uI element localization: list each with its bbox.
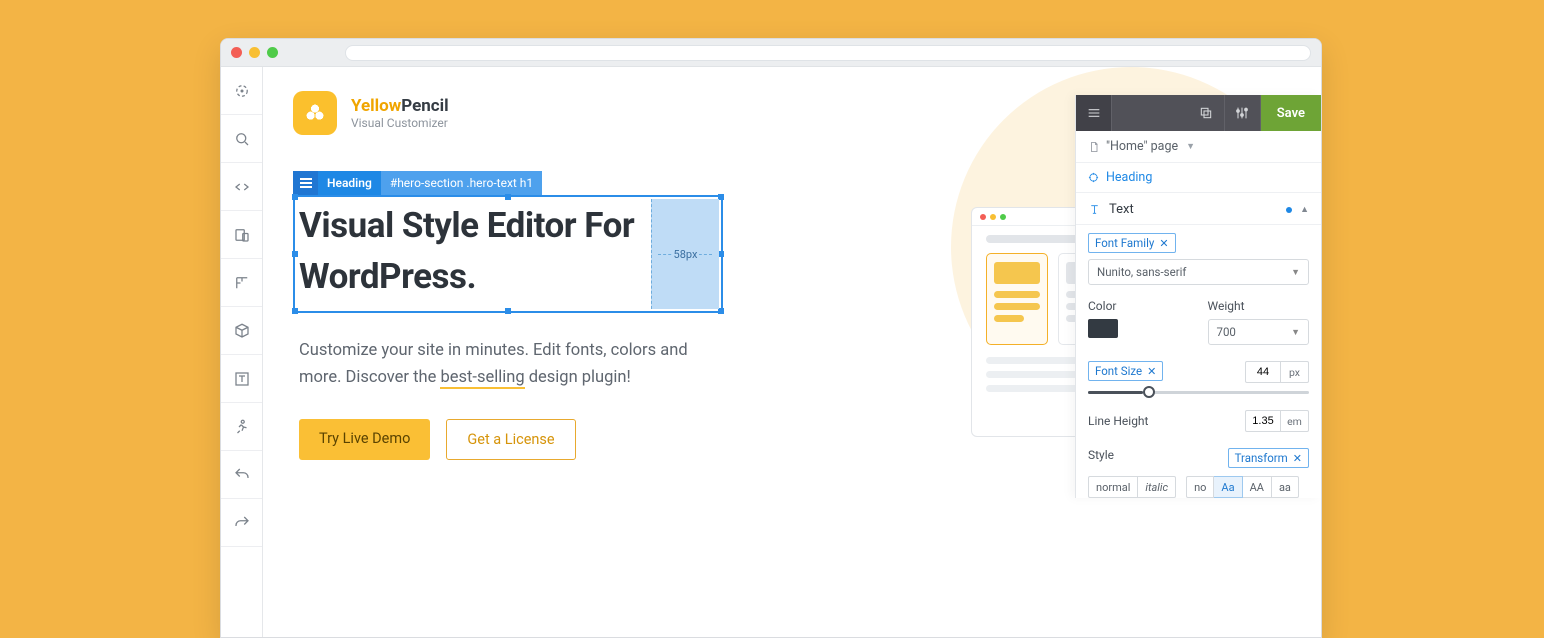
left-toolbar — [221, 67, 263, 637]
font-style-segment[interactable]: normal italic — [1088, 476, 1176, 498]
section-text[interactable]: Text ▲ — [1076, 193, 1321, 225]
brand-logo — [293, 91, 337, 135]
panel-settings-button[interactable] — [1225, 95, 1261, 131]
menu-icon — [1086, 105, 1102, 121]
window-titlebar — [221, 39, 1321, 67]
devices-icon — [233, 226, 251, 244]
line-height-input[interactable]: em — [1245, 410, 1309, 432]
text-transform-segment[interactable]: no Aa AA aa — [1186, 476, 1299, 498]
redo-tool[interactable] — [221, 499, 262, 547]
redo-icon — [233, 514, 251, 532]
panel-topbar: Save — [1076, 95, 1321, 131]
tf-lower[interactable]: aa — [1272, 476, 1299, 498]
collapse-icon[interactable]: ▲ — [1300, 204, 1309, 215]
target-small-icon — [1088, 172, 1099, 183]
run-icon — [233, 418, 251, 436]
responsive-tool[interactable] — [221, 211, 262, 259]
sliders-icon — [1234, 105, 1250, 121]
get-license-button[interactable]: Get a License — [446, 419, 575, 460]
browser-window: YellowPencil Visual Customizer Docs Blog… — [220, 38, 1322, 638]
panel-layers-button[interactable] — [1189, 95, 1225, 131]
color-swatch[interactable] — [1088, 319, 1118, 338]
close-dot[interactable] — [231, 47, 242, 58]
font-family-chip[interactable]: Font Family✕ — [1088, 233, 1176, 253]
zoom-dot[interactable] — [267, 47, 278, 58]
chip-close-icon[interactable]: ✕ — [1293, 452, 1302, 465]
style-italic-option[interactable]: italic — [1138, 476, 1176, 498]
changed-indicator — [1286, 207, 1292, 213]
font-size-chip[interactable]: Font Size✕ — [1088, 361, 1163, 381]
ruler-tool[interactable] — [221, 259, 262, 307]
brand-name: YellowPencil — [351, 96, 449, 116]
chip-close-icon[interactable]: ✕ — [1147, 365, 1156, 378]
save-button[interactable]: Save — [1261, 95, 1321, 131]
breadcrumb-element[interactable]: Heading — [1076, 163, 1321, 193]
target-icon — [233, 82, 251, 100]
preview-card-selected[interactable] — [986, 253, 1048, 345]
tf-upper[interactable]: AA — [1243, 476, 1272, 498]
typography-tool[interactable] — [221, 355, 262, 403]
code-icon — [233, 178, 251, 196]
selection-label[interactable]: Heading #hero-section .hero-text h1 — [293, 171, 542, 195]
ruler-icon — [233, 274, 251, 292]
search-tool[interactable] — [221, 115, 262, 163]
chevron-down-icon: ▼ — [1291, 267, 1300, 278]
layers-icon — [1198, 105, 1214, 121]
url-bar[interactable] — [345, 45, 1311, 61]
text-icon — [1088, 203, 1101, 216]
style-normal-option[interactable]: normal — [1088, 476, 1138, 498]
font-size-slider[interactable] — [1088, 391, 1309, 394]
code-tool[interactable] — [221, 163, 262, 211]
line-height-label: Line Height — [1088, 414, 1148, 428]
selection-path: #hero-section .hero-text h1 — [381, 171, 542, 195]
hero-description: Customize your site in minutes. Edit fon… — [299, 337, 719, 391]
try-demo-button[interactable]: Try Live Demo — [299, 419, 430, 460]
transform-chip[interactable]: Transform✕ — [1228, 448, 1309, 468]
selection-tag: Heading — [318, 171, 381, 195]
chevron-down-icon: ▼ — [1186, 141, 1195, 152]
chip-close-icon[interactable]: ✕ — [1159, 237, 1168, 250]
weight-select[interactable]: 700▼ — [1208, 319, 1310, 345]
selection-menu-icon[interactable] — [293, 171, 318, 195]
font-size-input[interactable]: px — [1245, 361, 1309, 383]
typography-icon — [233, 370, 251, 388]
slider-thumb[interactable] — [1143, 386, 1155, 398]
weight-label: Weight — [1208, 299, 1310, 313]
chevron-down-icon: ▼ — [1291, 327, 1300, 338]
padding-indicator: 58px — [651, 199, 719, 309]
hero-heading[interactable]: Visual Style Editor For WordPress. — [299, 201, 659, 303]
style-label: Style — [1088, 448, 1114, 468]
search-icon — [233, 130, 251, 148]
undo-icon — [233, 466, 251, 484]
undo-tool[interactable] — [221, 451, 262, 499]
page-icon — [1088, 141, 1100, 153]
target-tool[interactable] — [221, 67, 262, 115]
inspector-panel: Save "Home" page▼ Heading Text ▲ Font Fa… — [1075, 95, 1321, 498]
brand-tagline: Visual Customizer — [351, 116, 449, 130]
cube-tool[interactable] — [221, 307, 262, 355]
tf-capitalize[interactable]: Aa — [1214, 476, 1242, 498]
minimize-dot[interactable] — [249, 47, 260, 58]
animation-tool[interactable] — [221, 403, 262, 451]
font-family-select[interactable]: Nunito, sans-serif▼ — [1088, 259, 1309, 285]
color-label: Color — [1088, 299, 1190, 313]
tf-none[interactable]: no — [1186, 476, 1214, 498]
breadcrumb-page[interactable]: "Home" page▼ — [1076, 131, 1321, 163]
panel-menu-button[interactable] — [1076, 95, 1112, 131]
cube-icon — [233, 322, 251, 340]
